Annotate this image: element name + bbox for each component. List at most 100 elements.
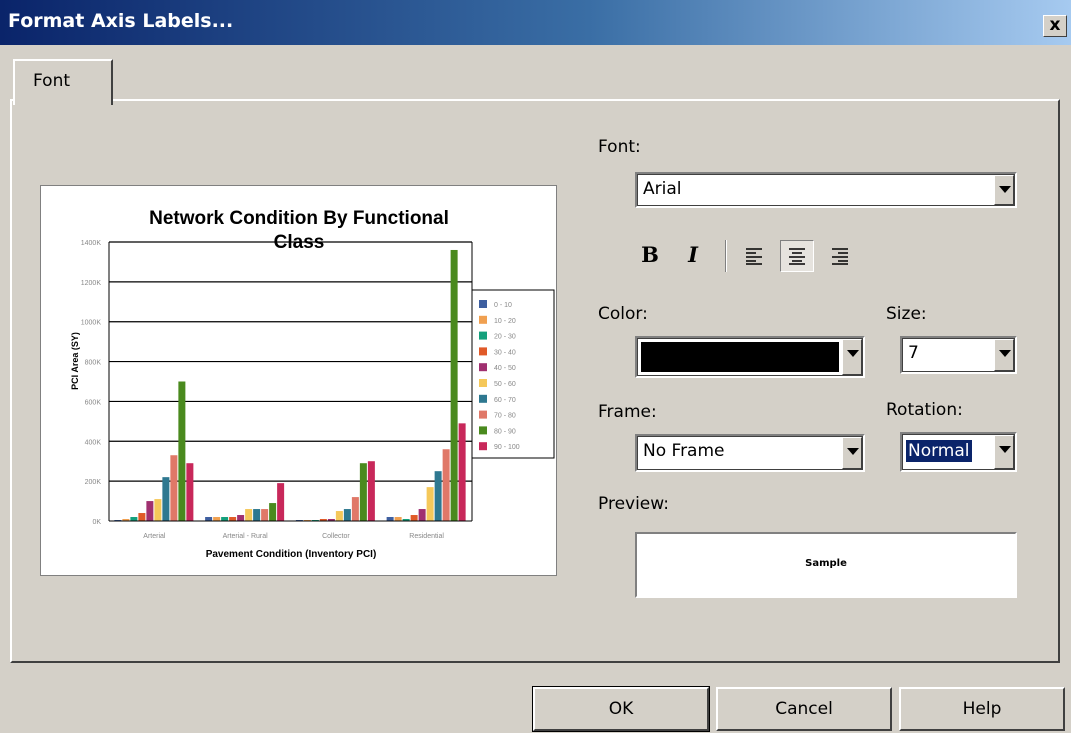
bar: [130, 517, 138, 521]
bar: [146, 501, 154, 521]
color-select[interactable]: [635, 336, 865, 378]
rotation-label: Rotation:: [886, 400, 963, 420]
align-left-icon: [746, 248, 762, 265]
bar: [213, 517, 221, 521]
chevron-down-icon[interactable]: [842, 339, 862, 375]
bar: [162, 477, 170, 521]
bar: [410, 515, 418, 521]
bar: [394, 517, 402, 521]
bar: [450, 249, 458, 521]
y-tick-label: 1200K: [81, 280, 102, 287]
size-label: Size:: [886, 304, 927, 324]
bar: [221, 517, 229, 521]
window-title: Format Axis Labels...: [8, 10, 234, 32]
chevron-down-icon[interactable]: [994, 175, 1014, 205]
legend-swatch: [479, 331, 487, 340]
legend-entry: 40 - 50: [494, 365, 516, 372]
bar: [277, 483, 285, 521]
y-tick-label: 400K: [85, 439, 102, 446]
frame-select-value: No Frame: [643, 441, 725, 461]
y-tick-label: 1400K: [81, 240, 102, 247]
rotation-select[interactable]: Normal: [900, 432, 1017, 472]
bar: [261, 509, 269, 521]
legend-entry: 0 - 10: [494, 302, 512, 309]
italic-icon: I: [688, 242, 698, 267]
tab-font[interactable]: Font: [13, 59, 113, 105]
bar: [269, 503, 277, 521]
font-select[interactable]: Arial: [635, 172, 1017, 208]
legend-swatch: [479, 300, 487, 308]
font-label: Font:: [598, 137, 641, 157]
bar: [359, 463, 367, 521]
bar: [351, 497, 359, 521]
bar: [253, 509, 261, 521]
bar: [426, 487, 434, 521]
chevron-down-icon[interactable]: [994, 435, 1014, 469]
color-label: Color:: [598, 304, 648, 324]
legend-swatch: [479, 315, 487, 324]
close-icon: x: [1049, 15, 1061, 35]
legend-swatch: [479, 363, 487, 372]
legend-swatch: [479, 410, 487, 419]
x-tick-label: Collector: [322, 533, 350, 540]
y-tick-label: 600K: [85, 399, 102, 406]
bar: [386, 517, 394, 521]
align-right-icon: [832, 248, 848, 265]
legend-entry: 90 - 100: [494, 444, 520, 451]
bar: [442, 449, 450, 521]
cancel-button[interactable]: Cancel: [716, 687, 892, 731]
bar: [229, 517, 237, 521]
chevron-down-icon[interactable]: [994, 339, 1014, 371]
bar: [138, 513, 146, 521]
chart-preview: Network Condition By Functional Class 0K…: [40, 185, 557, 576]
help-button[interactable]: Help: [899, 687, 1065, 731]
frame-label: Frame:: [598, 402, 657, 422]
color-swatch: [641, 342, 839, 372]
ok-button[interactable]: OK: [532, 686, 710, 732]
x-axis-label: Pavement Condition (Inventory PCI): [206, 549, 377, 560]
legend-entry: 20 - 30: [494, 334, 516, 341]
x-tick-label: Residential: [409, 533, 444, 540]
close-button[interactable]: x: [1043, 15, 1067, 37]
y-tick-label: 0K: [92, 519, 101, 526]
bar: [170, 455, 178, 521]
bar: [186, 463, 194, 521]
align-center-icon: [789, 248, 805, 265]
legend-entry: 50 - 60: [494, 381, 516, 388]
legend-swatch: [479, 426, 487, 435]
bar: [154, 499, 162, 521]
size-select[interactable]: 7: [900, 336, 1017, 374]
legend-entry: 60 - 70: [494, 397, 516, 404]
title-bar: Format Axis Labels... x: [0, 0, 1071, 45]
align-left-button[interactable]: [737, 240, 771, 272]
bar: [458, 423, 466, 521]
align-center-button[interactable]: [780, 240, 814, 272]
frame-select[interactable]: No Frame: [635, 434, 865, 472]
toolbar-separator: [725, 240, 727, 272]
preview-box: Sample: [635, 532, 1017, 598]
y-tick-label: 200K: [85, 479, 102, 486]
bar: [237, 515, 245, 521]
x-tick-label: Arterial - Rural: [223, 533, 269, 540]
y-tick-label: 800K: [85, 360, 102, 367]
chevron-down-icon[interactable]: [842, 437, 862, 469]
bar: [335, 511, 343, 521]
legend-swatch: [479, 394, 487, 403]
legend-entry: 10 - 20: [494, 318, 516, 325]
italic-button[interactable]: I: [676, 240, 710, 272]
tab-font-label: Font: [33, 71, 71, 91]
bar-chart: Network Condition By Functional Class 0K…: [70, 208, 555, 560]
y-axis-label: PCI Area (SY): [70, 332, 80, 390]
bar: [418, 509, 426, 521]
align-right-button[interactable]: [823, 240, 857, 272]
legend-entry: 30 - 40: [494, 349, 516, 356]
legend-entry: 80 - 90: [494, 428, 516, 435]
font-select-value: Arial: [643, 179, 682, 199]
legend-swatch: [479, 379, 487, 387]
bar: [434, 471, 442, 521]
bar: [245, 509, 253, 521]
bar: [367, 461, 375, 521]
legend-entry: 70 - 80: [494, 413, 516, 420]
bold-button[interactable]: B: [633, 240, 667, 272]
rotation-select-value: Normal: [906, 440, 972, 462]
